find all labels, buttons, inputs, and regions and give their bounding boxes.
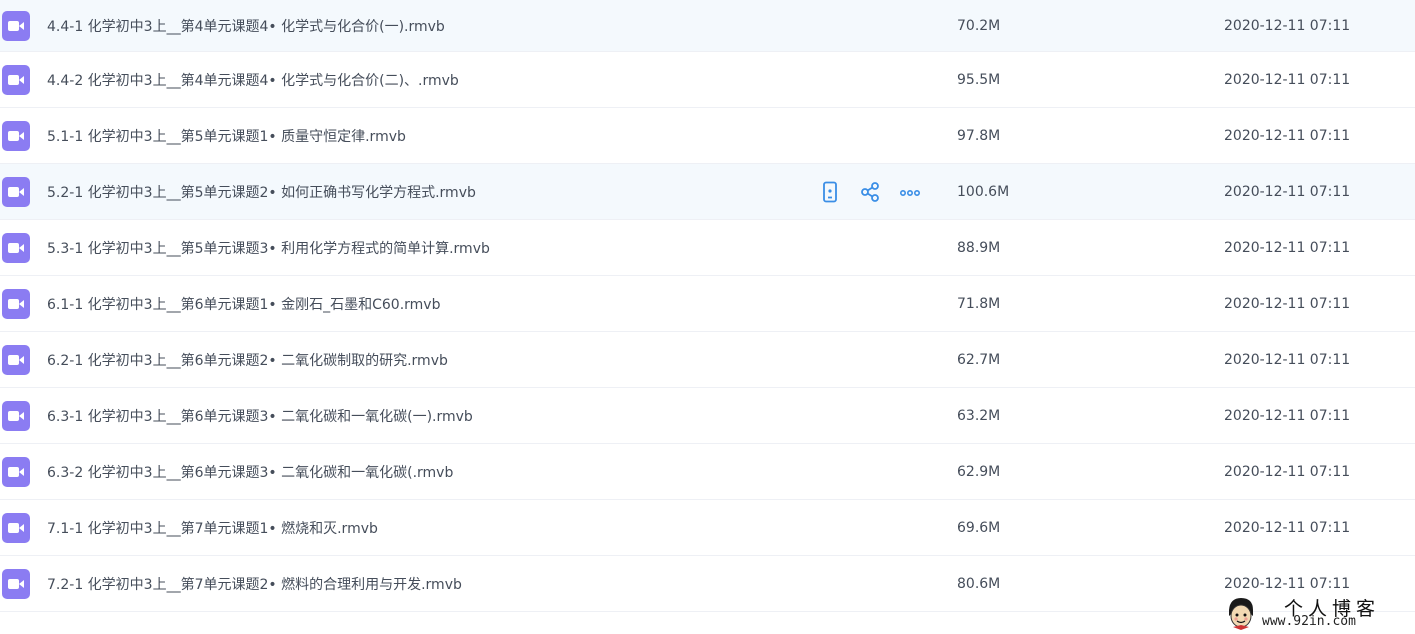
file-date: 2020-12-11 07:11	[1224, 239, 1351, 256]
video-file-icon	[2, 120, 30, 151]
file-size: 95.5M	[957, 71, 1001, 88]
file-row[interactable]: 6.2-1 化学初中3上__第6单元课题2• 二氧化碳制取的研究.rmvb 62…	[0, 332, 1415, 388]
watermark: 个人博客 www.92in.com	[1222, 594, 1415, 634]
file-date: 2020-12-11 07:11	[1224, 71, 1351, 88]
file-row[interactable]: 5.1-1 化学初中3上__第5单元课题1• 质量守恒定律.rmvb 97.8M…	[0, 108, 1415, 164]
file-list: 4.4-1 化学初中3上__第4单元课题4• 化学式与化合价(一).rmvb 7…	[0, 0, 1415, 612]
file-size: 63.2M	[957, 407, 1001, 424]
file-name[interactable]: 6.3-1 化学初中3上__第6单元课题3• 二氧化碳和一氧化碳(一).rmvb	[47, 406, 473, 426]
cartoon-face-icon	[1226, 596, 1256, 630]
file-row[interactable]: 5.3-1 化学初中3上__第5单元课题3• 利用化学方程式的简单计算.rmvb	[0, 220, 1415, 276]
file-date: 2020-12-11 07:11	[1224, 351, 1351, 368]
file-date: 2020-12-11 07:11	[1224, 295, 1351, 312]
file-date: 2020-12-11 07:11	[1224, 183, 1351, 200]
file-size: 88.9M	[957, 239, 1001, 256]
file-name[interactable]: 4.4-2 化学初中3上__第4单元课题4• 化学式与化合价(二)、.rmvb	[47, 70, 459, 90]
video-file-icon	[2, 288, 30, 319]
video-file-icon	[2, 176, 30, 207]
file-size: 69.6M	[957, 519, 1001, 536]
video-file-icon	[2, 232, 30, 263]
file-row[interactable]: 5.2-1 化学初中3上__第5单元课题2• 如何正确书写化学方程式.rmvb	[0, 164, 1415, 220]
file-date: 2020-12-11 07:11	[1224, 407, 1351, 424]
file-size: 97.8M	[957, 127, 1001, 144]
video-file-icon	[2, 400, 30, 431]
file-size: 100.6M	[957, 183, 1010, 200]
video-file-icon	[2, 568, 30, 599]
file-date: 2020-12-11 07:11	[1224, 519, 1351, 536]
file-name[interactable]: 4.4-1 化学初中3上__第4单元课题4• 化学式与化合价(一).rmvb	[47, 16, 445, 36]
file-name[interactable]: 6.2-1 化学初中3上__第6单元课题2• 二氧化碳制取的研究.rmvb	[47, 350, 448, 370]
phone-icon[interactable]	[818, 180, 842, 204]
more-icon[interactable]	[898, 180, 922, 204]
file-name[interactable]: 6.1-1 化学初中3上__第6单元课题1• 金刚石_石墨和C60.rmvb	[47, 294, 440, 314]
file-name[interactable]: 7.1-1 化学初中3上__第7单元课题1• 燃烧和灭.rmvb	[47, 518, 378, 538]
file-row[interactable]: 4.4-2 化学初中3上__第4单元课题4• 化学式与化合价(二)、.rmvb	[0, 52, 1415, 108]
file-date: 2020-12-11 07:11	[1224, 463, 1351, 480]
file-row[interactable]: 7.2-1 化学初中3上__第7单元课题2• 燃料的合理利用与开发.rmvb 8…	[0, 556, 1415, 612]
share-icon[interactable]	[858, 180, 882, 204]
video-file-icon	[2, 512, 30, 543]
file-row[interactable]: 6.3-2 化学初中3上__第6单元课题3• 二氧化碳和一氧化碳(.rmvb 6…	[0, 444, 1415, 500]
video-file-icon	[2, 456, 30, 487]
file-size: 70.2M	[957, 17, 1001, 34]
file-row[interactable]: 6.3-1 化学初中3上__第6单元课题3• 二氧化碳和一氧化碳(一).rmvb	[0, 388, 1415, 444]
file-size: 62.7M	[957, 351, 1001, 368]
file-row[interactable]: 6.1-1 化学初中3上__第6单元课题1• 金刚石_石墨和C60.rmvb 7…	[0, 276, 1415, 332]
file-date: 2020-12-11 07:11	[1224, 127, 1351, 144]
file-row[interactable]: 4.4-1 化学初中3上__第4单元课题4• 化学式与化合价(一).rmvb 7…	[0, 0, 1415, 52]
video-file-icon	[2, 64, 30, 95]
file-size: 62.9M	[957, 463, 1001, 480]
file-size: 71.8M	[957, 295, 1001, 312]
video-file-icon	[2, 344, 30, 375]
file-date: 2020-12-11 07:11	[1224, 17, 1351, 34]
file-name[interactable]: 5.2-1 化学初中3上__第5单元课题2• 如何正确书写化学方程式.rmvb	[47, 182, 476, 202]
watermark-url: www.92in.com	[1262, 614, 1356, 629]
file-row[interactable]: 7.1-1 化学初中3上__第7单元课题1• 燃烧和灭.rmvb 69.6M 2…	[0, 500, 1415, 556]
file-name[interactable]: 7.2-1 化学初中3上__第7单元课题2• 燃料的合理利用与开发.rmvb	[47, 574, 462, 594]
file-name[interactable]: 6.3-2 化学初中3上__第6单元课题3• 二氧化碳和一氧化碳(.rmvb	[47, 462, 453, 482]
file-name[interactable]: 5.3-1 化学初中3上__第5单元课题3• 利用化学方程式的简单计算.rmvb	[47, 238, 490, 258]
video-file-icon	[2, 10, 30, 41]
file-date: 2020-12-11 07:11	[1224, 575, 1351, 592]
file-name[interactable]: 5.1-1 化学初中3上__第5单元课题1• 质量守恒定律.rmvb	[47, 126, 406, 146]
file-size: 80.6M	[957, 575, 1001, 592]
